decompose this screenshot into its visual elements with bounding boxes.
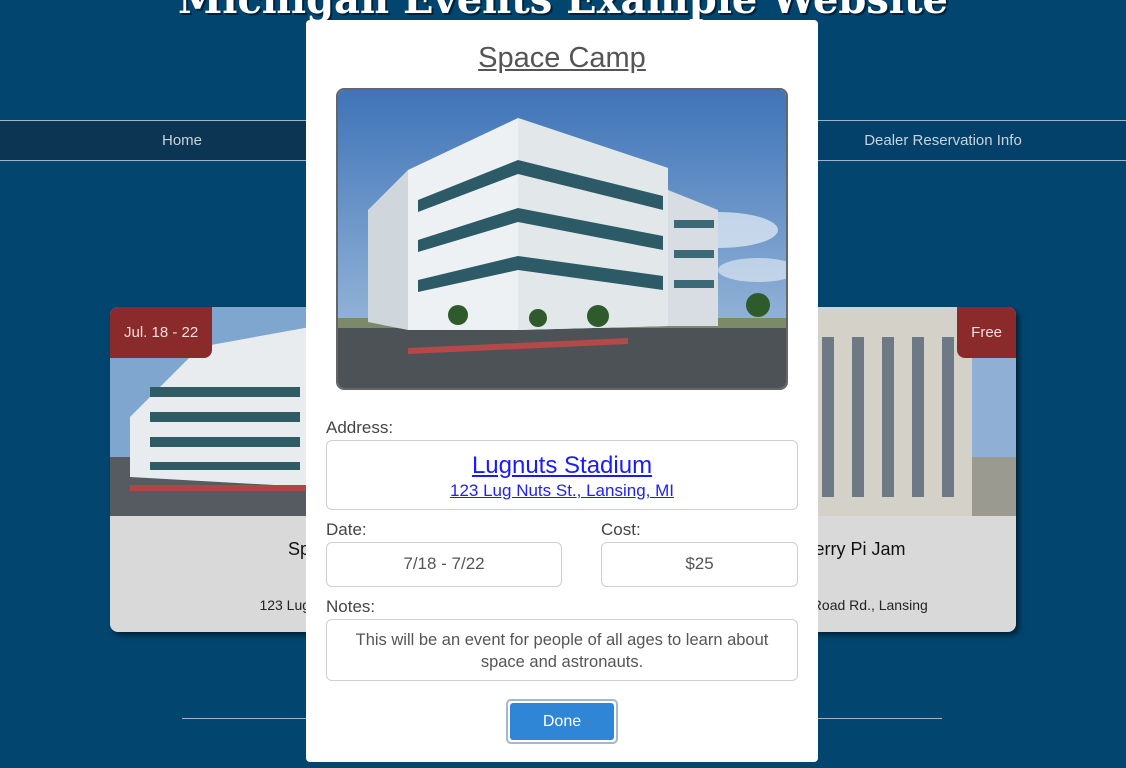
- event-image: [336, 88, 788, 390]
- cost-label: Cost:: [601, 520, 641, 539]
- done-button[interactable]: Done: [510, 703, 614, 740]
- venue-link[interactable]: Lugnuts Stadium: [327, 452, 797, 480]
- event-details-modal: Space Camp Address: Lugnuts Stadium 123 …: [306, 20, 818, 762]
- modal-title: Space Camp: [478, 42, 646, 74]
- event-date-badge: Jul. 18 - 22: [110, 307, 213, 358]
- date-value: 7/18 - 7/22: [326, 542, 562, 587]
- address-label: Address:: [326, 418, 394, 437]
- notes-value: This will be an event for people of all …: [326, 619, 798, 681]
- done-button-focus-ring: Done: [506, 699, 618, 744]
- notes-label: Notes:: [326, 597, 376, 616]
- venue-address-link[interactable]: 123 Lug Nuts St., Lansing, MI: [327, 481, 797, 501]
- event-price-badge: Free: [957, 307, 1016, 358]
- address-box: Lugnuts Stadium 123 Lug Nuts St., Lansin…: [326, 440, 798, 510]
- cost-value: $25: [601, 542, 798, 587]
- date-label: Date:: [326, 520, 367, 539]
